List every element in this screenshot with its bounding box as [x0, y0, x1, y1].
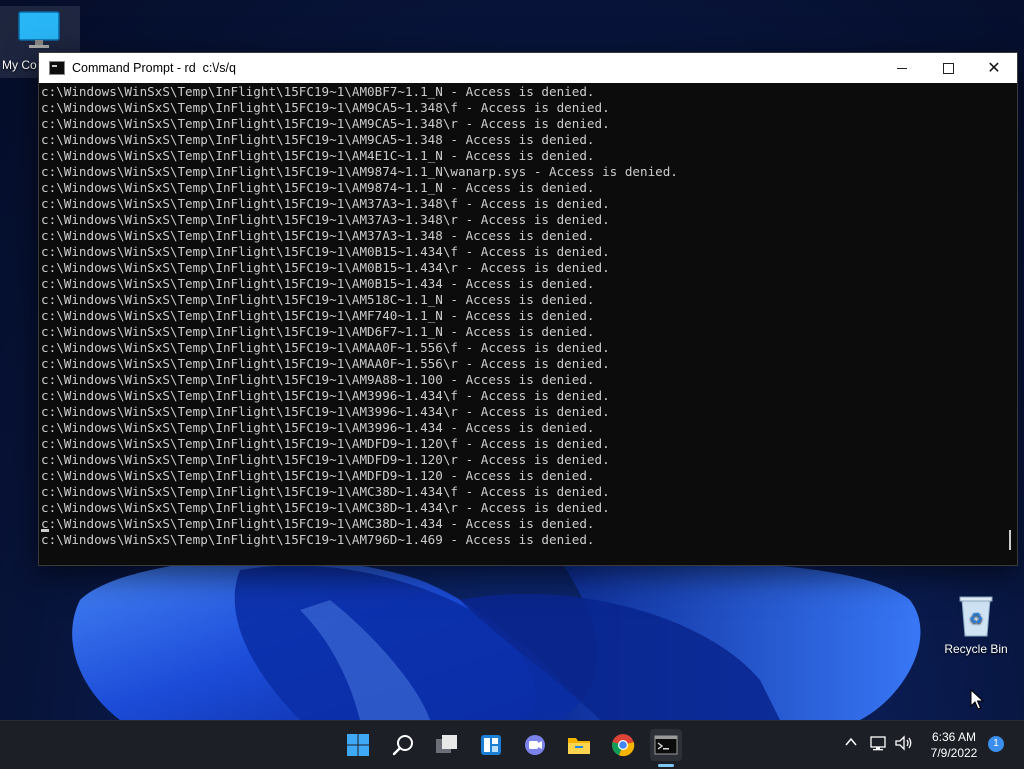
volume-icon: [895, 735, 912, 751]
minimize-button[interactable]: [879, 53, 925, 83]
start-button[interactable]: [342, 729, 374, 761]
console-line: c:\Windows\WinSxS\Temp\InFlight\15FC19~1…: [41, 276, 595, 291]
clock-date: 7/9/2022: [930, 746, 978, 760]
console-line: c:\Windows\WinSxS\Temp\InFlight\15FC19~1…: [41, 500, 610, 515]
console-line: c:\Windows\WinSxS\Temp\InFlight\15FC19~1…: [41, 148, 595, 163]
console-line: c:\Windows\WinSxS\Temp\InFlight\15FC19~1…: [41, 436, 610, 451]
desktop: My Co ♻ Recycle Bin Command Prompt - rd …: [0, 0, 1024, 720]
text-cursor: [41, 529, 49, 532]
desktop-icon-recycle-bin[interactable]: ♻ Recycle Bin: [940, 594, 1012, 656]
search-icon: [392, 735, 413, 756]
task-view-icon: [436, 735, 457, 753]
folder-icon: [568, 738, 590, 754]
console-line: c:\Windows\WinSxS\Temp\InFlight\15FC19~1…: [41, 340, 610, 355]
teams-chat-icon: [525, 735, 545, 755]
console-line: c:\Windows\WinSxS\Temp\InFlight\15FC19~1…: [41, 292, 595, 307]
search-button[interactable]: [387, 729, 419, 761]
console-line: c:\Windows\WinSxS\Temp\InFlight\15FC19~1…: [41, 484, 610, 499]
active-app-indicator: [658, 764, 674, 767]
volume-button[interactable]: [894, 735, 914, 755]
console-line: c:\Windows\WinSxS\Temp\InFlight\15FC19~1…: [41, 132, 595, 147]
window-titlebar[interactable]: Command Prompt - rd c:\/s/q ✕: [39, 53, 1017, 83]
window-title: Command Prompt - rd c:\/s/q: [72, 61, 236, 75]
widgets-icon: [481, 735, 501, 755]
mouse-pointer-icon: [970, 689, 984, 710]
console-line: c:\Windows\WinSxS\Temp\InFlight\15FC19~1…: [41, 308, 595, 323]
command-prompt-window[interactable]: Command Prompt - rd c:\/s/q ✕ c:\Windows…: [38, 52, 1018, 566]
console-line: c:\Windows\WinSxS\Temp\InFlight\15FC19~1…: [41, 100, 610, 115]
console-line: c:\Windows\WinSxS\Temp\InFlight\15FC19~1…: [41, 516, 595, 531]
clock-button[interactable]: 6:36 AM 7/9/2022: [916, 729, 992, 761]
desktop-icon-label: My Co: [2, 58, 37, 72]
network-icon: [870, 736, 886, 751]
console-line: c:\Windows\WinSxS\Temp\InFlight\15FC19~1…: [41, 180, 595, 195]
chrome-icon: [612, 734, 635, 757]
close-button[interactable]: ✕: [971, 53, 1017, 83]
console-line: c:\Windows\WinSxS\Temp\InFlight\15FC19~1…: [41, 164, 678, 179]
console-line: c:\Windows\WinSxS\Temp\InFlight\15FC19~1…: [41, 372, 595, 387]
command-prompt-button[interactable]: [650, 729, 682, 761]
chrome-button[interactable]: [607, 729, 639, 761]
console-line: c:\Windows\WinSxS\Temp\InFlight\15FC19~1…: [41, 228, 595, 243]
file-explorer-button[interactable]: [563, 729, 595, 761]
minimize-icon: [897, 67, 907, 69]
console-line: c:\Windows\WinSxS\Temp\InFlight\15FC19~1…: [41, 532, 595, 547]
console-line: c:\Windows\WinSxS\Temp\InFlight\15FC19~1…: [41, 84, 595, 99]
widgets-button[interactable]: [475, 729, 507, 761]
cmd-app-icon: [49, 61, 65, 75]
console-line: c:\Windows\WinSxS\Temp\InFlight\15FC19~1…: [41, 468, 595, 483]
console-line: c:\Windows\WinSxS\Temp\InFlight\15FC19~1…: [41, 196, 610, 211]
show-hidden-icons-button[interactable]: [844, 735, 858, 753]
task-view-button[interactable]: [431, 729, 463, 761]
console-line: c:\Windows\WinSxS\Temp\InFlight\15FC19~1…: [41, 212, 610, 227]
network-button[interactable]: [870, 735, 888, 755]
taskbar: 6:36 AM 7/9/2022: [0, 720, 1024, 769]
console-line: c:\Windows\WinSxS\Temp\InFlight\15FC19~1…: [41, 356, 610, 371]
chevron-up-icon: [845, 737, 857, 746]
clock-time: 6:36 AM: [931, 730, 977, 744]
recycle-bin-icon: ♻: [959, 596, 993, 637]
scrollbar-thumb[interactable]: [1009, 530, 1011, 550]
windows-logo-icon: [347, 734, 369, 756]
maximize-icon: [942, 62, 954, 74]
maximize-button[interactable]: [925, 53, 971, 83]
terminal-icon: [654, 735, 678, 755]
chat-button[interactable]: [519, 729, 551, 761]
console-line: c:\Windows\WinSxS\Temp\InFlight\15FC19~1…: [41, 324, 595, 339]
notification-badge[interactable]: 1: [988, 736, 1004, 752]
console-line: c:\Windows\WinSxS\Temp\InFlight\15FC19~1…: [41, 452, 610, 467]
console-line: c:\Windows\WinSxS\Temp\InFlight\15FC19~1…: [41, 260, 610, 275]
monitor-icon: [18, 11, 60, 48]
console-line: c:\Windows\WinSxS\Temp\InFlight\15FC19~1…: [41, 420, 595, 435]
console-line: c:\Windows\WinSxS\Temp\InFlight\15FC19~1…: [41, 388, 610, 403]
console-scrollbar[interactable]: [1003, 84, 1017, 562]
console-line: c:\Windows\WinSxS\Temp\InFlight\15FC19~1…: [41, 116, 610, 131]
close-icon: ✕: [987, 58, 1001, 77]
console-output[interactable]: c:\Windows\WinSxS\Temp\InFlight\15FC19~1…: [39, 84, 1003, 562]
desktop-icon-label: Recycle Bin: [944, 642, 1008, 656]
svg-text:♻: ♻: [969, 609, 983, 628]
console-line: c:\Windows\WinSxS\Temp\InFlight\15FC19~1…: [41, 404, 610, 419]
console-line: c:\Windows\WinSxS\Temp\InFlight\15FC19~1…: [41, 244, 610, 259]
